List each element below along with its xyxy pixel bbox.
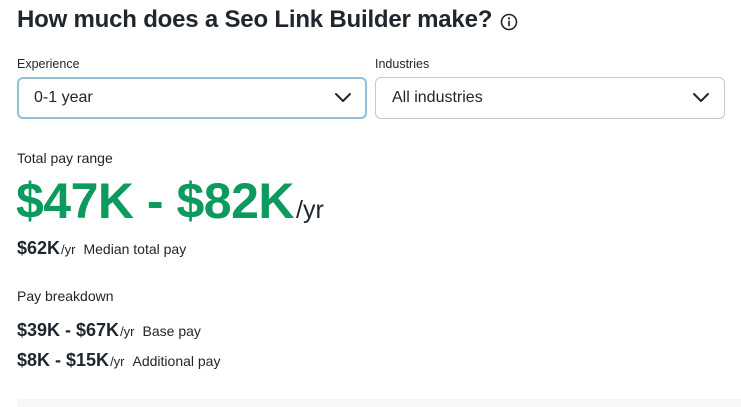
total-pay-label: Total pay range: [17, 150, 113, 166]
median-pay-unit: /yr: [61, 242, 76, 257]
median-pay: $62K /yr Median total pay: [17, 238, 186, 259]
base-pay-value: $39K - $67K: [17, 320, 120, 340]
experience-label: Experience: [17, 57, 80, 71]
experience-value: 0-1 year: [34, 89, 93, 106]
median-pay-value: $62K: [17, 238, 61, 258]
chevron-down-icon: [692, 92, 710, 104]
additional-pay-unit: /yr: [110, 354, 125, 369]
industries-dropdown[interactable]: All industries: [375, 77, 725, 119]
total-pay-range: $47K - $82K /yr: [16, 172, 324, 230]
next-section-edge: [17, 399, 741, 407]
info-circle-icon[interactable]: [500, 13, 518, 31]
experience-dropdown[interactable]: 0-1 year: [17, 77, 367, 119]
additional-pay-label: Additional pay: [132, 353, 221, 369]
total-pay-unit: /yr: [296, 196, 324, 224]
base-pay-label: Base pay: [142, 323, 201, 339]
total-pay-amount: $47K - $82K: [16, 173, 295, 229]
chevron-down-icon: [334, 92, 352, 104]
base-pay-unit: /yr: [120, 324, 135, 339]
base-pay: $39K - $67K /yr Base pay: [17, 320, 201, 341]
pay-breakdown-label: Pay breakdown: [17, 288, 114, 304]
additional-pay-value: $8K - $15K: [17, 350, 110, 370]
industries-value: All industries: [392, 89, 483, 106]
industries-label: Industries: [375, 57, 430, 71]
page-header: How much does a Seo Link Builder make?: [17, 6, 518, 34]
page-title: How much does a Seo Link Builder make?: [17, 6, 493, 33]
median-pay-label: Median total pay: [83, 241, 187, 257]
additional-pay: $8K - $15K /yr Additional pay: [17, 350, 220, 371]
